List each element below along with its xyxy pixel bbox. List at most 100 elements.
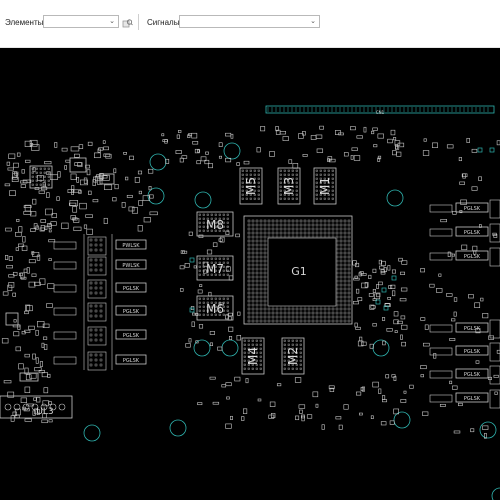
- memory-pad: [206, 257, 209, 260]
- bga-ball: [315, 223, 319, 227]
- bga-ball: [255, 307, 259, 311]
- signals-select[interactable]: ⌄: [179, 15, 320, 28]
- mosfet-pad: [94, 358, 98, 362]
- bga-ball: [315, 319, 319, 323]
- vrm-mosfet: [489, 319, 500, 339]
- bga-ball: [339, 287, 343, 291]
- bga-ball: [259, 287, 263, 291]
- bga-ball: [263, 231, 267, 235]
- memory-pad: [202, 225, 205, 228]
- bga-ball: [319, 315, 323, 319]
- vrm-label: PGLSK: [464, 230, 481, 236]
- bga-ball: [259, 307, 263, 311]
- mosfet-pad: [89, 328, 93, 332]
- smd-component: [179, 265, 185, 270]
- bga-ball: [255, 291, 259, 295]
- memory-pad: [331, 173, 334, 176]
- bga-ball: [347, 239, 351, 243]
- smd-component: [134, 176, 140, 183]
- bga-ball: [263, 311, 267, 315]
- smd-component: [461, 244, 468, 251]
- bga-ball: [343, 267, 347, 271]
- memory-pad: [283, 173, 286, 176]
- elements-select[interactable]: ⌄: [43, 15, 119, 28]
- smd-component: [372, 323, 377, 327]
- memory-pad: [299, 347, 302, 350]
- smd-component: [36, 254, 41, 261]
- board-view[interactable]: CN1 G1 M8 M7 M6 M5 M3 M1 M4 M2 PWLSK PWLSK PGLSK PGLS…: [0, 48, 500, 500]
- bga-ball: [255, 311, 259, 315]
- smd-component: [1, 338, 9, 344]
- smd-component: [226, 396, 230, 400]
- bga-ball: [263, 251, 267, 255]
- smd-component: [192, 312, 196, 316]
- smd-component: [87, 141, 93, 146]
- bga-ball: [247, 299, 251, 303]
- mosfet-pad: [99, 309, 103, 313]
- smd-component: [72, 206, 78, 213]
- bga-ball: [263, 247, 267, 251]
- bga-ball: [343, 307, 347, 311]
- memory-pad: [253, 197, 256, 200]
- bga-ball: [247, 283, 251, 287]
- smd-component: [359, 336, 363, 342]
- memory-pad: [279, 197, 282, 200]
- bga-ball: [267, 231, 271, 235]
- memory-pad: [259, 347, 262, 350]
- bga-ball: [259, 271, 263, 275]
- smd-component: [310, 135, 317, 140]
- smd-component: [13, 162, 19, 168]
- bga-ball: [247, 291, 251, 295]
- smd-component: [480, 297, 484, 302]
- bga-ball: [259, 239, 263, 243]
- bga-ball: [347, 263, 351, 267]
- smd-component: [73, 189, 82, 193]
- test-point: [391, 275, 397, 281]
- bga-ball: [259, 251, 263, 255]
- vrm-label: PGLSK: [464, 254, 481, 260]
- bga-ball: [331, 307, 335, 311]
- smd-component: [193, 265, 197, 269]
- bga-ball: [251, 251, 255, 255]
- memory-pad: [202, 273, 205, 276]
- bga-ball: [255, 239, 259, 243]
- smd-component: [488, 335, 494, 340]
- board-canvas[interactable]: CN1 G1 M8 M7 M6 M5 M3 M1 M4 M2 PWLSK PWLSK PGLSK PGLS…: [0, 48, 500, 500]
- bga-ball: [291, 319, 295, 323]
- mounting-hole: [479, 421, 497, 439]
- memory-pad: [249, 169, 252, 172]
- smd-component: [458, 402, 463, 407]
- smd-component: [390, 129, 396, 136]
- bga-ball: [311, 223, 315, 227]
- bga-ball: [319, 307, 323, 311]
- bga-ball: [283, 223, 287, 227]
- bga-ball: [331, 231, 335, 235]
- smd-component: [188, 231, 193, 236]
- memory-pad: [198, 229, 201, 232]
- bga-ball: [247, 311, 251, 315]
- bga-ball: [331, 227, 335, 231]
- smd-component: [16, 218, 20, 222]
- bga-ball: [275, 319, 279, 323]
- smd-component: [48, 239, 56, 243]
- bga-ball: [271, 315, 275, 319]
- bga-ball: [323, 227, 327, 231]
- bga-ball: [255, 275, 259, 279]
- smd-component: [361, 341, 367, 346]
- mosfet-pad: [94, 238, 98, 242]
- memory-pad: [287, 173, 290, 176]
- bga-ball: [331, 315, 335, 319]
- memory-pad: [323, 169, 326, 172]
- memory-pad: [257, 169, 260, 172]
- smd-component: [396, 151, 402, 157]
- bga-ball: [267, 311, 271, 315]
- bga-ball: [263, 227, 267, 231]
- smd-component: [371, 130, 375, 135]
- smd-component: [474, 302, 481, 309]
- smd-component: [191, 132, 198, 139]
- smd-component: [475, 360, 480, 364]
- mounting-hole: [193, 339, 211, 357]
- bga-ball: [347, 247, 351, 251]
- smd-component: [76, 177, 80, 183]
- find-component-icon[interactable]: [122, 16, 133, 28]
